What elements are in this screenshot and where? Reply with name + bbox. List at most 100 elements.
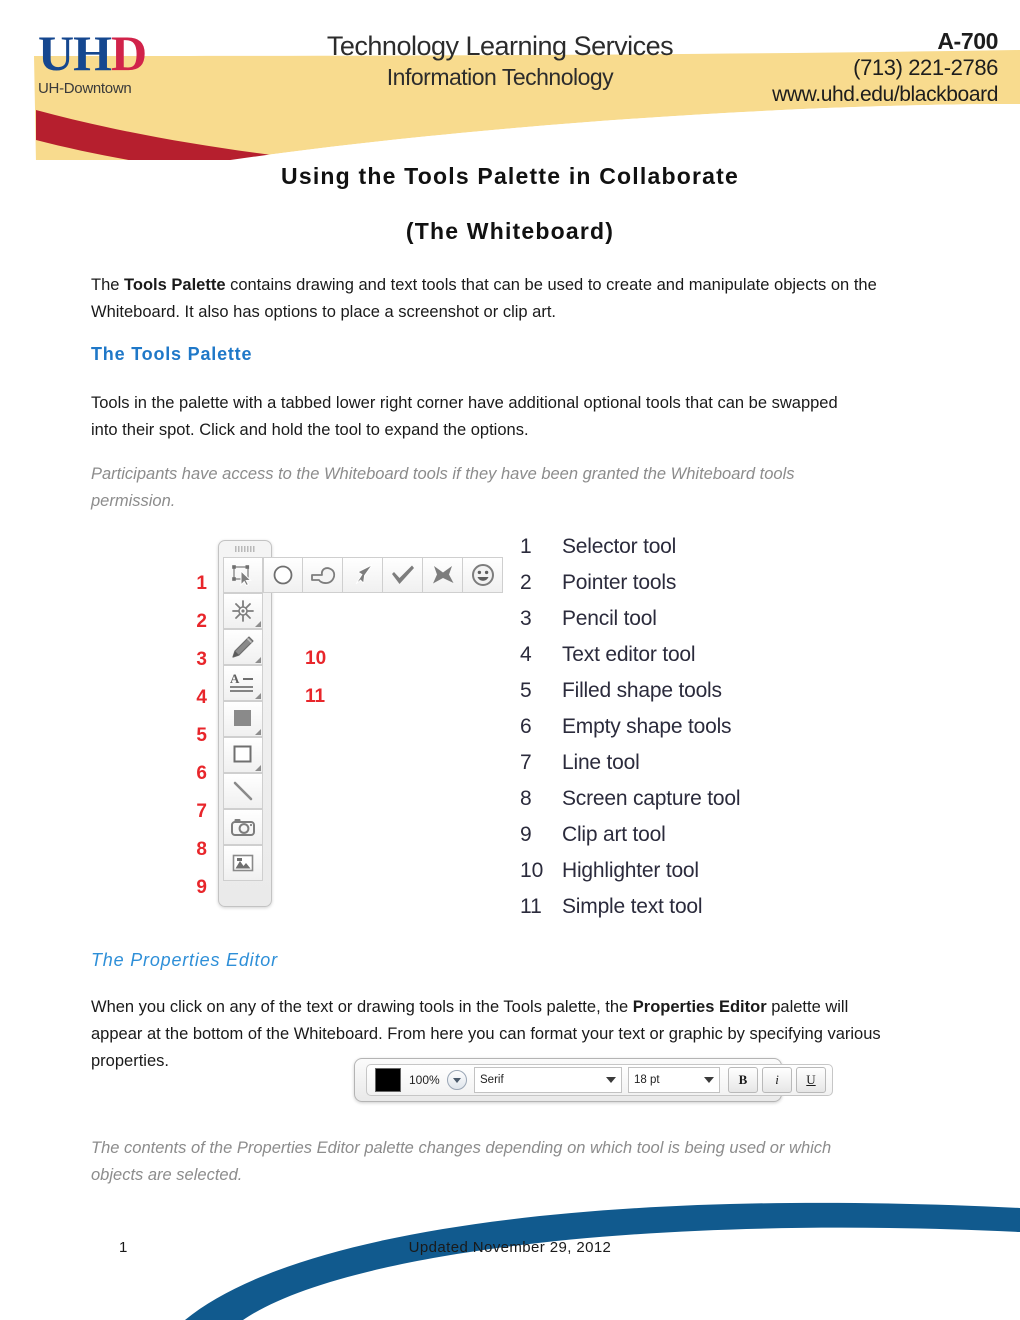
check-icon	[391, 565, 414, 584]
text-editor-tool-button[interactable]: A	[223, 665, 263, 701]
logo-d-text: D	[111, 25, 147, 81]
opacity-value: 100%	[409, 1073, 440, 1087]
tools-legend-list: 1 Selector tool 2 Pointer tools 3 Pencil to…	[520, 535, 741, 931]
callout-number-11: 11	[305, 686, 326, 707]
opacity-dropdown-button[interactable]	[447, 1070, 467, 1090]
smiley-face-button[interactable]	[463, 557, 503, 593]
legend-item: 9 Clip art tool	[520, 823, 740, 859]
legend-number: 11	[520, 895, 542, 918]
header-phone: (713) 221-2786	[853, 55, 998, 80]
empty-shape-tools-row	[223, 557, 303, 773]
legend-number: 9	[520, 823, 532, 846]
legend-label: Pencil tool	[562, 607, 657, 630]
italic-button[interactable]: i	[762, 1067, 792, 1093]
filled-square-tool-button[interactable]	[223, 701, 263, 737]
underline-button[interactable]: U	[796, 1067, 826, 1093]
legend-item: 4 Text editor tool	[520, 643, 740, 679]
chevron-down-icon	[606, 1077, 616, 1083]
bold-button[interactable]: B	[728, 1067, 758, 1093]
properties-editor-widget: 100% Serif 18 pt B i U	[354, 1058, 833, 1102]
legend-item: 5 Filled shape tools	[520, 679, 740, 715]
clip-art-icon	[232, 854, 254, 872]
legend-item: 11 Simple text tool	[520, 895, 740, 931]
header-url[interactable]: www.uhd.edu/blackboard	[772, 81, 998, 108]
callout-number-4: 4	[196, 687, 207, 708]
header-service-name: Technology Learning Services	[326, 31, 674, 61]
text-tools-row: A A	[223, 557, 303, 701]
font-size-value: 18 pt	[634, 1074, 660, 1086]
logo-subtitle: UH-Downtown	[38, 80, 132, 97]
legend-item: 3 Pencil tool	[520, 607, 740, 643]
header-room-number: A-700	[937, 28, 998, 54]
heading-properties-editor: The Properties Editor	[91, 950, 278, 970]
legend-item: 7 Line tool	[520, 751, 740, 787]
empty-circle-tool-button[interactable]	[263, 557, 303, 593]
x-mark-icon	[432, 566, 453, 584]
camera-icon	[231, 819, 255, 836]
logo-uh-text: UH	[38, 25, 112, 81]
legend-label: Selector tool	[562, 535, 677, 558]
font-size-select[interactable]: 18 pt	[628, 1067, 720, 1093]
updated-date: Updated November 29, 2012	[408, 1239, 612, 1256]
selector-tool-icon	[232, 565, 252, 586]
pencil-tool-button[interactable]	[223, 629, 263, 665]
filled-square-icon	[234, 710, 251, 726]
color-swatch-button[interactable]	[375, 1068, 401, 1092]
pencil-tool-icon	[232, 636, 254, 658]
arrow-pointer-button[interactable]	[343, 557, 383, 593]
pencil-tools-row	[223, 557, 303, 665]
pointer-tools-button[interactable]	[223, 593, 263, 629]
text-style-button-group: B i U	[728, 1067, 832, 1093]
heading-tools-palette: The Tools Palette	[91, 344, 253, 364]
clip-art-tool-button[interactable]	[223, 845, 263, 881]
legend-number: 2	[520, 571, 532, 594]
header-department-name: Information Technology	[386, 64, 614, 90]
legend-item: 2 Pointer tools	[520, 571, 740, 607]
selector-tool-button[interactable]	[223, 557, 263, 593]
intro-part1: The	[91, 276, 125, 294]
legend-number: 7	[520, 751, 532, 774]
callout-number-10: 10	[305, 648, 327, 669]
legend-number: 8	[520, 787, 532, 810]
properties-part1: When you click on any of the text or dra…	[91, 998, 633, 1016]
x-mark-button[interactable]	[423, 557, 463, 593]
line-tool-button[interactable]	[223, 773, 263, 809]
empty-square-icon	[233, 745, 252, 763]
legend-item: 10 Highlighter tool	[520, 859, 740, 895]
pointer-tools-row	[223, 557, 503, 629]
font-family-select[interactable]: Serif	[474, 1067, 622, 1093]
page-header: UHD UH-Downtown Technology Learning Serv…	[0, 0, 1020, 160]
tools-palette-panel: A A	[218, 540, 503, 907]
svg-text:A: A	[230, 672, 240, 686]
check-mark-button[interactable]	[383, 557, 423, 593]
palette-drag-grip[interactable]	[235, 546, 255, 552]
chevron-down-icon	[704, 1077, 714, 1083]
hand-point-right-icon	[310, 567, 335, 584]
hand-point-right-button[interactable]	[303, 557, 343, 593]
line-tool-icon	[233, 781, 253, 801]
callout-number-3: 3	[196, 649, 207, 670]
intro-bold-term: Tools Palette	[124, 276, 226, 294]
font-family-value: Serif	[480, 1074, 504, 1086]
legend-item: 6 Empty shape tools	[520, 715, 740, 751]
legend-label: Clip art tool	[562, 823, 666, 846]
tools-paragraph: Tools in the palette with a tabbed lower…	[91, 394, 838, 439]
legend-number: 1	[520, 535, 532, 558]
legend-item: 1 Selector tool	[520, 535, 740, 571]
callout-number-1: 1	[196, 573, 207, 594]
callout-number-8: 8	[196, 839, 207, 860]
screen-capture-tool-button[interactable]	[223, 809, 263, 845]
legend-label: Screen capture tool	[562, 787, 741, 810]
legend-label: Empty shape tools	[562, 715, 732, 738]
legend-label: Pointer tools	[562, 571, 677, 594]
legend-label: Line tool	[562, 751, 640, 774]
legend-number: 4	[520, 643, 532, 666]
arrow-icon	[355, 564, 372, 585]
legend-label: Text editor tool	[562, 643, 696, 666]
legend-item: 8 Screen capture tool	[520, 787, 741, 823]
tool-button-column: A A	[223, 557, 503, 881]
header-contact-block: A-700 (713) 221-2786 www.uhd.edu/blackbo…	[772, 28, 998, 108]
sparkle-pointer-icon	[232, 600, 254, 622]
legend-label: Filled shape tools	[562, 679, 722, 702]
empty-square-tool-button[interactable]	[223, 737, 263, 773]
